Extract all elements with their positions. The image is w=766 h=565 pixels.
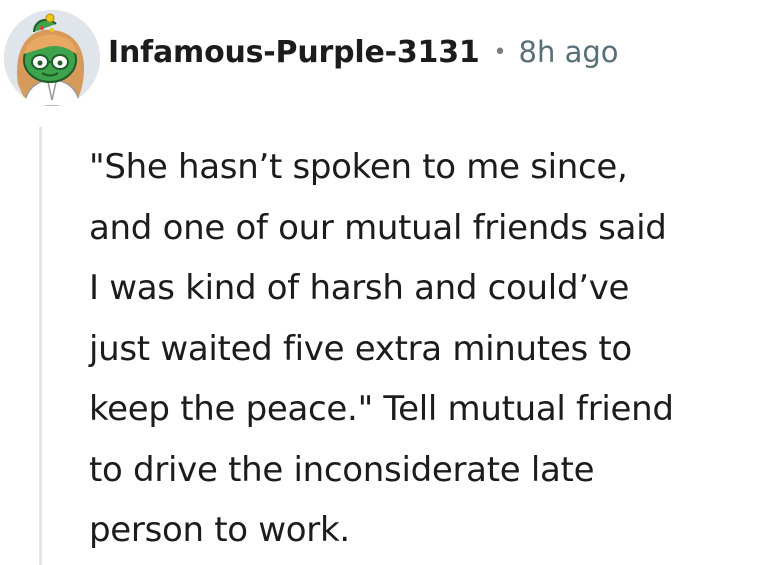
author-name[interactable]: Infamous-Purple-3131 [108, 35, 480, 70]
comment-header: Infamous-Purple-3131 • 8h ago [4, 8, 619, 108]
thread-line[interactable] [39, 127, 42, 565]
timestamp[interactable]: 8h ago [519, 35, 619, 69]
comment-body: "She hasn’t spoken to me since, and one … [89, 147, 674, 550]
separator-dot: • [493, 39, 507, 65]
snoo-avatar-icon [4, 10, 100, 106]
avatar[interactable] [4, 10, 100, 106]
author-row: Infamous-Purple-3131 • 8h ago [108, 35, 619, 70]
